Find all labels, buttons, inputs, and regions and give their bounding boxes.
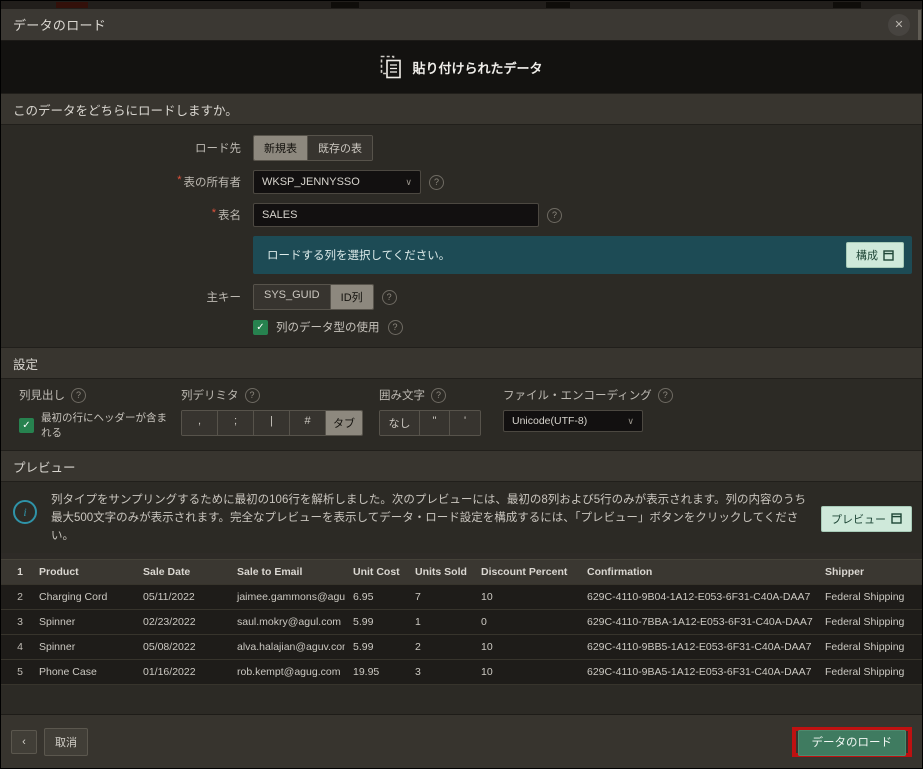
table-name-help-icon[interactable]: ?: [547, 208, 562, 223]
encoding-label: ファイル・エンコーディング: [503, 387, 652, 403]
enclosure-double-quote[interactable]: ": [420, 411, 450, 435]
enclosure-toggle: なし " ': [379, 410, 481, 436]
new-table-option[interactable]: 新規表: [254, 136, 308, 160]
preview-info: i 列タイプをサンプリングするために最初の106行を解析しました。次のプレビュー…: [1, 482, 922, 553]
scrollbar-fragment: [918, 10, 921, 40]
encoding-select[interactable]: Unicode(UTF-8) ∨: [503, 410, 643, 432]
dialog-footer: ‹ 取消 データのロード: [1, 714, 922, 768]
preview-button[interactable]: プレビュー: [821, 506, 912, 532]
table-row: 3 Spinner 02/23/2022 saul.mokry@agul.com…: [1, 610, 922, 635]
enclosure-single-quote[interactable]: ': [450, 411, 480, 435]
load-data-dialog: データのロード ✕ 貼り付けられたデータ このデータをどちらにロードしますか。 …: [0, 0, 923, 769]
column-header-group: 列見出し ? ✓ 最初の行にヘッダーが含まれる: [19, 387, 171, 440]
required-marker: *: [212, 207, 216, 219]
id-column-option[interactable]: ID列: [331, 285, 373, 309]
enclosure-none[interactable]: なし: [380, 411, 420, 435]
load-to-label: ロード先: [1, 140, 241, 156]
background-fragment: [833, 2, 861, 8]
pasted-data-label: 貼り付けられたデータ: [412, 58, 542, 77]
encoding-help-icon[interactable]: ?: [658, 388, 673, 403]
col-confirmation: Confirmation: [579, 560, 817, 584]
settings-form: 列見出し ? ✓ 最初の行にヘッダーが含まれる 列デリミタ ? , ; | # …: [1, 379, 922, 450]
chevron-down-icon: ∨: [615, 416, 634, 427]
cancel-button[interactable]: 取消: [44, 728, 88, 756]
use-column-types-row: ✓ 列のデータ型の使用 ?: [1, 319, 922, 335]
pasted-data-icon: [380, 55, 402, 79]
dialog-title-bar: データのロード ✕: [1, 9, 922, 41]
enclosure-help-icon[interactable]: ?: [431, 388, 446, 403]
primary-key-row: 主キー SYS_GUID ID列 ?: [1, 284, 922, 310]
preview-info-text: 列タイプをサンプリングするために最初の106行を解析しました。次のプレビューには…: [51, 492, 811, 545]
sys-guid-option[interactable]: SYS_GUID: [254, 285, 331, 309]
col-sale-date: Sale Date: [135, 560, 229, 584]
use-column-types-checkbox[interactable]: ✓: [253, 320, 268, 335]
column-header-help-icon[interactable]: ?: [71, 388, 86, 403]
encoding-group: ファイル・エンコーディング ? Unicode(UTF-8) ∨: [503, 387, 673, 440]
load-destination-form: ロード先 新規表 既存の表 *表の所有者 WKSP_JENNYSSO ∨ ? *…: [1, 125, 922, 347]
delimiter-hash[interactable]: #: [290, 411, 326, 435]
load-data-button[interactable]: データのロード: [798, 730, 907, 756]
col-discount-percent: Discount Percent: [473, 560, 579, 584]
close-icon[interactable]: ✕: [888, 14, 910, 36]
select-columns-notice: ロードする列を選択してください。 構成: [253, 236, 912, 274]
pasted-data-banner: 貼り付けられたデータ: [1, 41, 922, 93]
preview-heading: プレビュー: [1, 450, 922, 482]
delimiter-label: 列デリミタ: [181, 387, 239, 403]
first-row-header-label: 最初の行にヘッダーが含まれる: [41, 410, 171, 440]
table-row: 5 Phone Case 01/16/2022 rob.kempt@agug.c…: [1, 660, 922, 685]
table-name-row: *表名 ?: [1, 203, 922, 227]
col-shipper: Shipper: [817, 560, 922, 584]
enclosure-group: 囲み文字 ? なし " ': [379, 387, 481, 440]
settings-heading: 設定: [1, 347, 922, 379]
column-header-label: 列見出し: [19, 387, 65, 403]
delimiter-semicolon[interactable]: ;: [218, 411, 254, 435]
background-page-strip: [1, 1, 922, 9]
col-sale-to-email: Sale to Email: [229, 560, 345, 584]
existing-table-option[interactable]: 既存の表: [308, 136, 372, 160]
required-marker: *: [177, 174, 181, 186]
primary-key-help-icon[interactable]: ?: [382, 290, 397, 305]
back-button[interactable]: ‹: [11, 730, 37, 754]
info-icon: i: [13, 500, 37, 524]
delimiter-tab[interactable]: タブ: [326, 411, 362, 435]
delimiter-comma[interactable]: ,: [182, 411, 218, 435]
load-destination-heading: このデータをどちらにロードしますか。: [1, 93, 922, 125]
configure-button[interactable]: 構成: [846, 242, 904, 268]
empty-area: [1, 685, 922, 714]
primary-key-toggle: SYS_GUID ID列: [253, 284, 374, 310]
chevron-down-icon: ∨: [393, 177, 412, 188]
table-name-label: *表名: [1, 207, 241, 223]
table-row: 2 Charging Cord 05/11/2022 jaimee.gammon…: [1, 585, 922, 610]
col-product: Product: [31, 560, 135, 584]
table-owner-select[interactable]: WKSP_JENNYSSO ∨: [253, 170, 421, 194]
col-units-sold: Units Sold: [407, 560, 473, 584]
dialog-title: データのロード: [13, 15, 106, 34]
configure-dialog-icon: [883, 250, 894, 261]
table-owner-row: *表の所有者 WKSP_JENNYSSO ∨ ?: [1, 170, 922, 194]
delimiter-toggle: , ; | # タブ: [181, 410, 363, 436]
first-row-header-checkbox[interactable]: ✓: [19, 418, 34, 433]
delimiter-group: 列デリミタ ? , ; | # タブ: [181, 387, 363, 440]
use-column-types-label: 列のデータ型の使用: [276, 319, 380, 335]
delimiter-pipe[interactable]: |: [254, 411, 290, 435]
load-to-toggle: 新規表 既存の表: [253, 135, 373, 161]
table-row: 4 Spinner 05/08/2022 alva.halajian@aguv.…: [1, 635, 922, 660]
notice-message: ロードする列を選択してください。: [267, 247, 450, 263]
preview-dialog-icon: [891, 513, 902, 524]
background-fragment: [546, 2, 570, 8]
table-header-row: 1 Product Sale Date Sale to Email Unit C…: [1, 560, 922, 585]
table-name-input[interactable]: [253, 203, 539, 227]
col-unit-cost: Unit Cost: [345, 560, 407, 584]
enclosure-label: 囲み文字: [379, 387, 425, 403]
load-to-row: ロード先 新規表 既存の表: [1, 135, 922, 161]
preview-table: 1 Product Sale Date Sale to Email Unit C…: [1, 559, 922, 685]
table-owner-label: *表の所有者: [1, 174, 241, 190]
primary-key-label: 主キー: [1, 289, 241, 305]
red-highlight-annotation: データのロード: [792, 727, 913, 757]
use-column-types-help-icon[interactable]: ?: [388, 320, 403, 335]
table-owner-help-icon[interactable]: ?: [429, 175, 444, 190]
delimiter-help-icon[interactable]: ?: [245, 388, 260, 403]
background-fragment: [56, 2, 88, 8]
background-fragment: [331, 2, 359, 8]
